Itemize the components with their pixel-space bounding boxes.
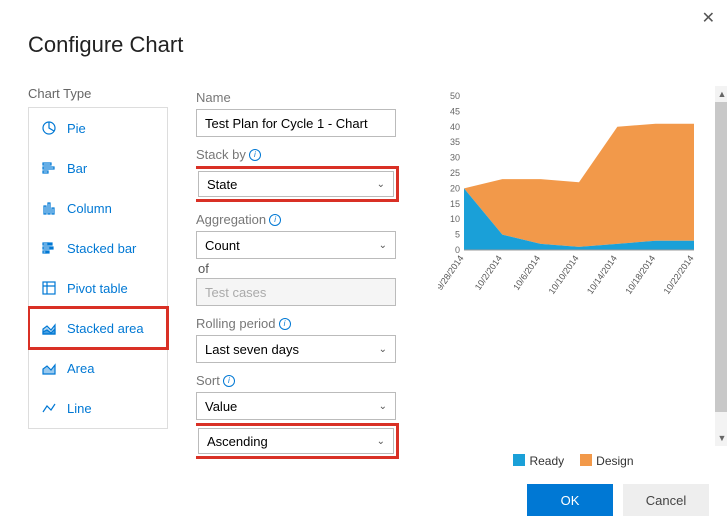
name-label: Name <box>196 90 410 105</box>
line-icon <box>41 400 57 416</box>
chart-type-label: Line <box>67 401 92 416</box>
scroll-down-icon[interactable]: ▼ <box>715 430 727 446</box>
rolling-label: Rolling periodi <box>196 316 410 331</box>
svg-text:10: 10 <box>450 214 460 224</box>
chart-type-label: Bar <box>67 161 87 176</box>
ok-button[interactable]: OK <box>527 484 613 516</box>
chart-type-label: Area <box>67 361 94 376</box>
sort-label: Sorti <box>196 373 410 388</box>
chart-type-area[interactable]: Area <box>29 348 167 388</box>
stacked-area-chart: 051015202530354045509/28/201410/2/201410… <box>438 86 698 306</box>
scrollbar[interactable]: ▲ ▼ <box>715 86 727 446</box>
chevron-down-icon: ⌄ <box>379 401 387 412</box>
stackby-label: Stack byi <box>196 147 410 162</box>
dialog-title: Configure Chart <box>28 32 709 58</box>
svg-text:10/10/2014: 10/10/2014 <box>547 253 581 296</box>
svg-text:45: 45 <box>450 106 460 116</box>
rolling-select[interactable]: Last seven days⌄ <box>196 335 396 363</box>
form-panel: Name Test Plan for Cycle 1 - Chart Stack… <box>196 86 410 468</box>
svg-text:30: 30 <box>450 153 460 163</box>
chevron-down-icon: ⌄ <box>377 436 385 447</box>
stackby-select[interactable]: State⌄ <box>198 171 394 197</box>
info-icon[interactable]: i <box>269 214 281 226</box>
info-icon[interactable]: i <box>249 149 261 161</box>
chevron-down-icon: ⌄ <box>379 344 387 355</box>
scroll-up-icon[interactable]: ▲ <box>715 86 727 102</box>
pivot-icon <box>41 280 57 296</box>
chart-type-pie[interactable]: Pie <box>29 108 167 148</box>
of-select: Test cases <box>196 278 396 306</box>
sort-value-select[interactable]: Value⌄ <box>196 392 396 420</box>
svg-text:25: 25 <box>450 168 460 178</box>
chart-type-stackedbar[interactable]: Stacked bar <box>29 228 167 268</box>
svg-text:50: 50 <box>450 91 460 101</box>
aggregation-label: Aggregationi <box>196 212 410 227</box>
column-icon <box>41 200 57 216</box>
chart-type-line[interactable]: Line <box>29 388 167 428</box>
chart-legend: Ready Design <box>438 454 709 468</box>
svg-text:9/28/2014: 9/28/2014 <box>438 253 466 292</box>
chart-type-panel: Chart Type Pie Bar Column Stacked bar Pivot … <box>28 86 168 468</box>
area-icon <box>41 360 57 376</box>
chevron-down-icon: ⌄ <box>377 179 385 190</box>
svg-text:10/6/2014: 10/6/2014 <box>511 253 542 292</box>
svg-text:10/22/2014: 10/22/2014 <box>662 253 696 296</box>
info-icon[interactable]: i <box>279 318 291 330</box>
svg-text:10/14/2014: 10/14/2014 <box>585 253 619 296</box>
chart-type-label: Pivot table <box>67 281 128 296</box>
configure-chart-dialog: ✕ Configure Chart Chart Type Pie Bar Colum… <box>0 0 727 528</box>
svg-text:15: 15 <box>450 199 460 209</box>
pie-icon <box>41 120 57 136</box>
svg-text:10/2/2014: 10/2/2014 <box>473 253 504 292</box>
close-icon[interactable]: ✕ <box>702 8 715 28</box>
dialog-body: Chart Type Pie Bar Column Stacked bar Pivot … <box>28 86 709 468</box>
chart-type-bar[interactable]: Bar <box>29 148 167 188</box>
chart-preview: 051015202530354045509/28/201410/2/201410… <box>438 86 709 448</box>
legend-ready: Ready <box>513 454 564 468</box>
chevron-down-icon: ⌄ <box>379 240 387 251</box>
svg-text:40: 40 <box>450 122 460 132</box>
cancel-button[interactable]: Cancel <box>623 484 709 516</box>
chart-type-label: Stacked bar <box>67 241 136 256</box>
chart-type-stackedarea[interactable]: Stacked area <box>29 308 167 348</box>
chart-type-label: Pie <box>67 121 86 136</box>
sort-order-select[interactable]: Ascending⌄ <box>198 428 394 454</box>
scroll-thumb[interactable] <box>715 102 727 412</box>
svg-text:35: 35 <box>450 137 460 147</box>
of-label: of <box>198 261 410 276</box>
legend-design: Design <box>580 454 633 468</box>
svg-text:5: 5 <box>455 230 460 240</box>
bar-icon <box>41 160 57 176</box>
chart-type-column[interactable]: Column <box>29 188 167 228</box>
chart-type-list: Pie Bar Column Stacked bar Pivot table Stacke… <box>28 107 168 429</box>
stackedarea-icon <box>41 320 57 336</box>
chart-type-label: Chart Type <box>28 86 168 101</box>
preview-panel: 051015202530354045509/28/201410/2/201410… <box>438 86 709 468</box>
chart-type-pivot[interactable]: Pivot table <box>29 268 167 308</box>
stackedbar-icon <box>41 240 57 256</box>
name-input[interactable]: Test Plan for Cycle 1 - Chart <box>196 109 396 137</box>
aggregation-select[interactable]: Count⌄ <box>196 231 396 259</box>
chart-type-label: Column <box>67 201 112 216</box>
svg-text:10/18/2014: 10/18/2014 <box>623 253 657 296</box>
info-icon[interactable]: i <box>223 375 235 387</box>
chart-type-label: Stacked area <box>67 321 144 336</box>
dialog-footer: OK Cancel <box>28 468 709 516</box>
svg-text:20: 20 <box>450 183 460 193</box>
